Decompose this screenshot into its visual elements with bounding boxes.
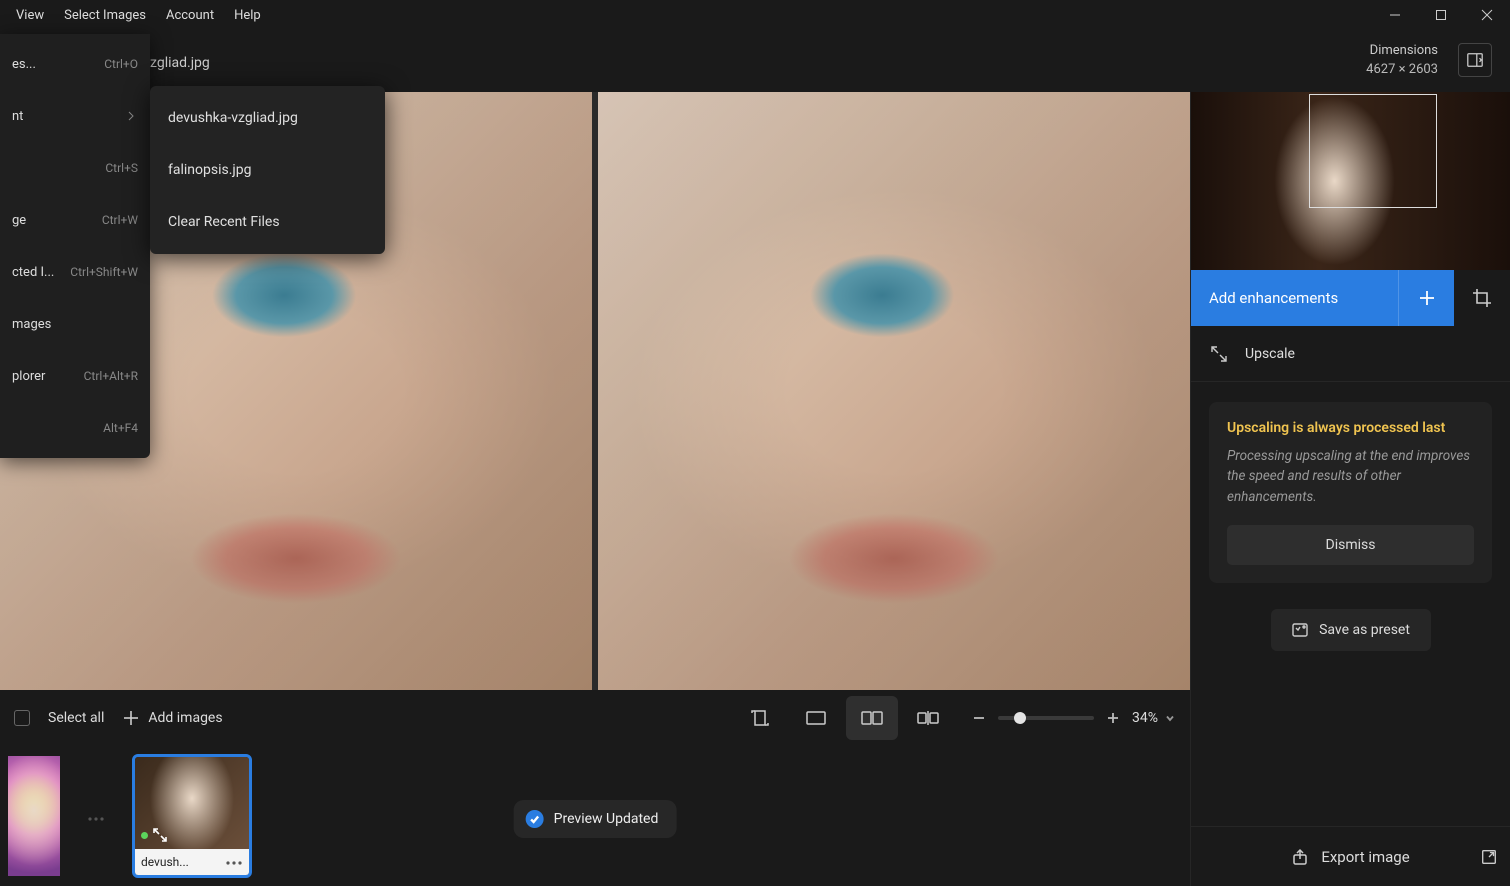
add-images-label: Add images (148, 710, 222, 726)
status-dot-icon (141, 832, 148, 839)
viewer-toolbar: Select all Add images 34% (0, 690, 1190, 746)
zoom-out-icon[interactable] (972, 711, 986, 725)
view-mode-buttons (734, 696, 954, 740)
crop-icon (1472, 288, 1492, 308)
menu-account[interactable]: Account (156, 2, 224, 29)
thumbnail-1-menu-button[interactable] (225, 855, 243, 869)
recent-files-submenu: devushka-vzgliad.jpg falinopsis.jpg Clea… (150, 86, 385, 254)
header-row: Dimensions 4627 × 2603 (0, 30, 1510, 90)
file-images-item[interactable]: mages (0, 298, 150, 350)
menu-help[interactable]: Help (224, 2, 271, 29)
export-expand-icon[interactable] (1480, 848, 1498, 866)
panel-collapse-icon (1466, 51, 1484, 69)
export-label: Export image (1321, 848, 1409, 866)
filmstrip-more-button[interactable] (78, 798, 114, 834)
expand-icon (152, 827, 168, 843)
check-icon (526, 810, 544, 828)
dismiss-button[interactable]: Dismiss (1227, 525, 1474, 565)
view-split-button[interactable] (902, 696, 954, 740)
zoom-percent-label: 34% (1132, 710, 1158, 726)
upscale-label: Upscale (1245, 346, 1295, 362)
menubar: View Select Images Account Help (0, 0, 1510, 30)
save-as-preset-button[interactable]: Save as preset (1271, 609, 1431, 651)
thumbnail-status (141, 827, 168, 843)
recent-file-item-0[interactable]: devushka-vzgliad.jpg (150, 92, 385, 144)
file-close-selected-item[interactable]: cted I...Ctrl+Shift+W (0, 246, 150, 298)
zoom-percent-dropdown[interactable]: 34% (1132, 710, 1176, 726)
thumbnail-1-caption-bar: devush... (135, 849, 249, 875)
add-enhancement-plus-button[interactable] (1398, 270, 1454, 326)
dimensions-label: Dimensions (1366, 43, 1438, 58)
file-open-recent-item[interactable]: nt (0, 90, 150, 142)
file-exit-item[interactable]: Alt+F4 (0, 402, 150, 454)
thumbnail-1-name: devush... (141, 855, 189, 869)
menu-select-images[interactable]: Select Images (54, 2, 156, 29)
zoom-slider[interactable] (998, 716, 1094, 720)
file-menu-dropdown: es...Ctrl+O nt Ctrl+S geCtrl+W cted I...… (0, 34, 150, 458)
chevron-right-icon (124, 109, 138, 123)
select-all-checkbox[interactable] (14, 710, 30, 726)
file-save-item[interactable]: Ctrl+S (0, 142, 150, 194)
breadcrumb-filename: zgliad.jpg (150, 55, 210, 71)
clear-recent-files-item[interactable]: Clear Recent Files (150, 196, 385, 248)
plus-icon (1417, 288, 1437, 308)
window-controls (1372, 0, 1510, 30)
dimensions-value: 4627 × 2603 (1366, 62, 1438, 77)
toggle-right-panel-button[interactable] (1458, 43, 1492, 77)
thumbnail-1-selected[interactable]: devush... (132, 754, 252, 878)
thumbnail-0[interactable] (8, 756, 60, 876)
preview-toast-label: Preview Updated (554, 811, 659, 827)
maximize-button[interactable] (1418, 0, 1464, 30)
menu-view[interactable]: View (6, 2, 54, 29)
file-open-item[interactable]: es...Ctrl+O (0, 38, 150, 90)
preview-updated-toast: Preview Updated (514, 800, 677, 838)
export-icon (1291, 848, 1309, 866)
right-panel: Add enhancements Upscale Upscaling is al… (1190, 92, 1510, 886)
recent-file-item-1[interactable]: falinopsis.jpg (150, 144, 385, 196)
upscale-icon (1209, 344, 1229, 364)
info-body: Processing upscaling at the end improves… (1227, 446, 1474, 507)
navigator-viewport-frame[interactable] (1309, 94, 1437, 208)
view-side-by-side-button[interactable] (846, 696, 898, 740)
info-title: Upscaling is always processed last (1227, 420, 1474, 436)
view-crop-button[interactable] (734, 696, 786, 740)
export-image-button[interactable]: Export image (1191, 826, 1510, 886)
add-images-button[interactable]: Add images (122, 709, 222, 727)
upscale-info-box: Upscaling is always processed last Proce… (1209, 402, 1492, 583)
zoom-in-icon[interactable] (1106, 711, 1120, 725)
chevron-down-icon (1164, 712, 1176, 724)
enhanced-pane (598, 92, 1190, 690)
select-all-label: Select all (48, 710, 104, 726)
file-explorer-item[interactable]: plorerCtrl+Alt+R (0, 350, 150, 402)
navigator-thumbnail[interactable] (1191, 92, 1510, 270)
preset-icon (1291, 621, 1309, 639)
view-single-button[interactable] (790, 696, 842, 740)
close-button[interactable] (1464, 0, 1510, 30)
zoom-slider-knob[interactable] (1014, 712, 1026, 724)
add-enhancements-button[interactable]: Add enhancements (1191, 270, 1398, 326)
upscale-enhancement-row[interactable]: Upscale (1191, 326, 1510, 382)
crop-button[interactable] (1454, 270, 1510, 326)
zoom-controls: 34% (972, 710, 1176, 726)
file-close-image-item[interactable]: geCtrl+W (0, 194, 150, 246)
dimensions-readout: Dimensions 4627 × 2603 (1366, 43, 1438, 77)
plus-icon (122, 709, 140, 727)
save-preset-label: Save as preset (1319, 622, 1410, 638)
minimize-button[interactable] (1372, 0, 1418, 30)
